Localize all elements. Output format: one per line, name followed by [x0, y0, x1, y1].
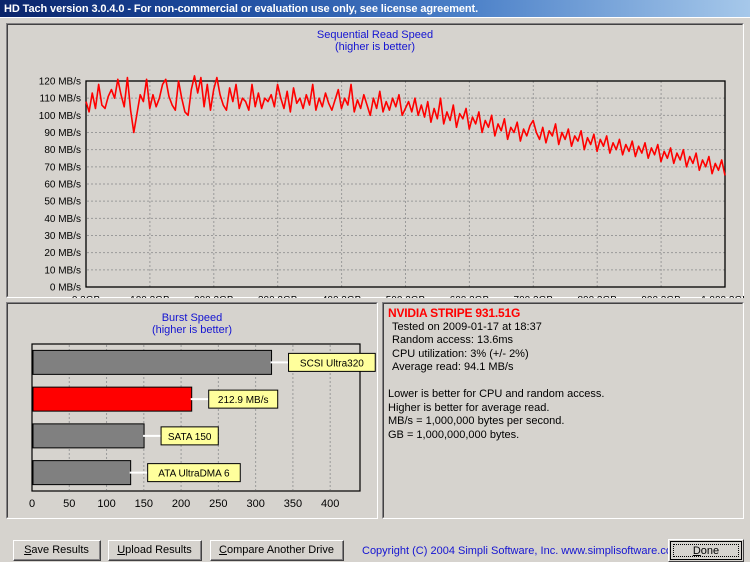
tested-on-line: Tested on 2009-01-17 at 18:37	[392, 320, 542, 333]
compare-accel: C	[219, 544, 227, 556]
done-label: one	[700, 544, 720, 557]
burst-speed-panel: Burst Speed (higher is better) 0 50 100 150…	[6, 302, 378, 519]
done-button-focus-ring: Done	[673, 544, 739, 557]
y-axis-tick-label: 120 MB/s	[39, 77, 81, 88]
y-axis-tick-label: 20 MB/s	[44, 248, 81, 259]
burst-callout-label: 212.9 MB/s	[218, 395, 269, 406]
burst-speed-chart: 0 50 100 150 200 250 300 350 400 SCSI Ultra320 212…	[29, 343, 376, 510]
save-results-button-face: Save Results	[14, 541, 100, 560]
done-button[interactable]: Done	[668, 539, 744, 562]
burst-x-axis-tick-label: 400	[321, 498, 339, 510]
x-axis-tick-label: 300.2GB	[258, 295, 298, 298]
y-axis-tick-label: 10 MB/s	[44, 265, 81, 276]
note-gb-definition: GB = 1,000,000,000 bytes.	[388, 428, 520, 441]
burst-x-axis-tick-label: 150	[135, 498, 153, 510]
burst-x-axis-tick-label: 0	[29, 498, 35, 510]
cpu-utilization-line: CPU utilization: 3% (+/- 2%)	[392, 347, 529, 360]
drive-info-panel: NVIDIA STRIPE 931.51G Tested on 2009-01-…	[382, 302, 744, 519]
x-axis-tick-label: 0.2GB	[72, 295, 101, 298]
window-title-bar: HD Tach version 3.0.4.0 - For non-commer…	[0, 0, 750, 17]
client-area: Sequential Read Speed (higher is better)…	[0, 17, 750, 562]
copyright-text: Copyright (C) 2004 Simpli Software, Inc.…	[362, 545, 682, 557]
drive-info-text: NVIDIA STRIPE 931.51G Tested on 2009-01-…	[388, 306, 738, 514]
plot-area-border	[85, 80, 726, 288]
x-axis-tick-label: 400.2GB	[322, 295, 362, 298]
burst-x-axis-tick-label: 250	[209, 498, 227, 510]
y-axis-tick-label: 50 MB/s	[44, 197, 81, 208]
burst-x-axis-tick-label: 100	[97, 498, 115, 510]
sequential-read-panel: Sequential Read Speed (higher is better)…	[6, 23, 744, 298]
burst-x-axis-tick-label: 350	[284, 498, 302, 510]
compare-another-drive-button-face: Compare Another Drive	[211, 541, 343, 560]
done-button-default-ring: Done	[670, 541, 742, 560]
x-axis-tick-label: 200.2GB	[194, 295, 234, 298]
compare-another-drive-button[interactable]: Compare Another Drive	[210, 540, 344, 561]
y-axis-tick-label: 70 MB/s	[44, 162, 81, 173]
note-lower-better: Lower is better for CPU and random acces…	[388, 387, 605, 400]
y-axis-tick-label: 60 MB/s	[44, 180, 81, 191]
y-axis-tick-label: 30 MB/s	[44, 231, 81, 242]
sequential-read-chart: 0 MB/s 10 MB/s 20 MB/s 30 MB/s 40 MB/s 50 MB/…	[39, 75, 744, 298]
burst-callout-label: ATA UltraDMA 6	[158, 469, 230, 480]
x-axis-tick-label: 100.2GB	[130, 295, 170, 298]
upload-results-button[interactable]: Upload Results	[108, 540, 202, 561]
y-axis-tick-label: 110 MB/s	[40, 94, 82, 105]
y-axis-tick-label: 100 MB/s	[39, 111, 81, 122]
note-higher-better: Higher is better for average read.	[388, 401, 550, 414]
save-results-label: ave Results	[31, 544, 89, 556]
window-title-text: HD Tach version 3.0.4.0 - For non-commer…	[4, 2, 479, 15]
y-axis-tick-label: 0 MB/s	[50, 283, 81, 294]
save-results-button[interactable]: Save Results	[13, 540, 101, 561]
random-access-line: Random access: 13.6ms	[392, 334, 514, 347]
y-axis-tick-label: 40 MB/s	[44, 214, 81, 225]
hdtach-window: HD Tach version 3.0.4.0 - For non-commer…	[0, 0, 750, 562]
burst-x-axis-tick-label: 300	[246, 498, 264, 510]
done-accel: D	[692, 544, 701, 557]
y-axis-tick-label: 80 MB/s	[44, 145, 81, 156]
x-axis-tick-label: 500.2GB	[386, 295, 426, 298]
x-axis-tick-label: 900.2GB	[641, 295, 681, 298]
y-axis-tick-label: 90 MB/s	[44, 128, 81, 139]
upload-results-label: pload Results	[125, 544, 192, 556]
compare-label: ompare Another Drive	[226, 544, 334, 556]
upload-results-button-face: Upload Results	[109, 541, 201, 560]
x-axis-tick-label: 1,000.2GB	[701, 295, 744, 298]
burst-bar	[32, 386, 193, 412]
burst-bar	[32, 460, 132, 486]
x-axis-tick-label: 800.2GB	[577, 295, 617, 298]
x-axis-tick-label: 700.2GB	[514, 295, 554, 298]
average-read-line: Average read: 94.1 MB/s	[392, 361, 514, 374]
upload-results-accel: U	[117, 544, 126, 556]
x-axis-tick-label: 600.2GB	[450, 295, 490, 298]
burst-speed-panel-inner: Burst Speed (higher is better) 0 50 100 150…	[7, 303, 377, 518]
burst-x-axis-tick-label: 50	[63, 498, 75, 510]
note-mbs-definition: MB/s = 1,000,000 bytes per second.	[388, 415, 565, 428]
burst-bar	[32, 349, 273, 375]
burst-bar	[32, 423, 145, 449]
drive-info-panel-inner: NVIDIA STRIPE 931.51G Tested on 2009-01-…	[383, 303, 743, 518]
burst-callout-label: SCSI Ultra320	[300, 358, 364, 369]
burst-x-axis-tick-label: 200	[172, 498, 190, 510]
sequential-read-panel-inner: Sequential Read Speed (higher is better)…	[7, 24, 744, 298]
burst-callout-label: SATA 150	[168, 432, 212, 443]
drive-name: NVIDIA STRIPE 931.51G	[388, 306, 521, 320]
